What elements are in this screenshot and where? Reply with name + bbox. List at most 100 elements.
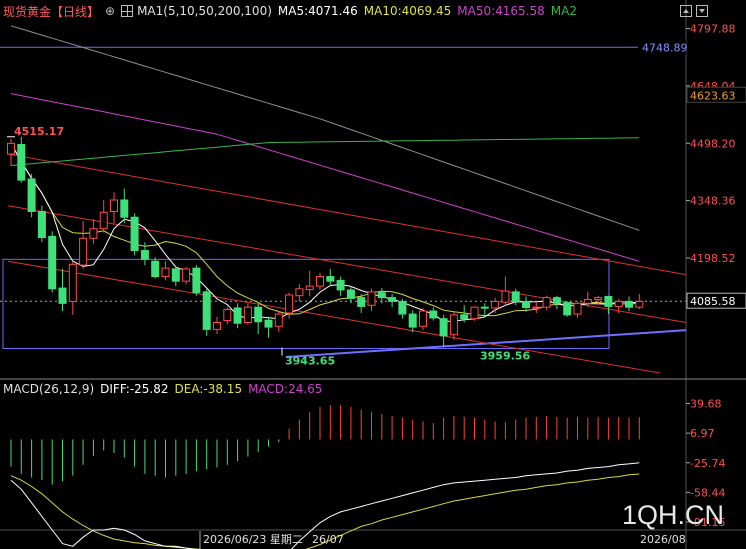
scale-up-icon[interactable]: [680, 5, 692, 17]
candle-body: [151, 260, 160, 278]
macd-value: MACD:24.65: [248, 382, 323, 396]
watermark: 1QH.CN: [622, 500, 725, 530]
ma50-value: MA50:4165.58: [457, 4, 545, 18]
macd-panel: [10, 405, 640, 549]
candle-body: [480, 306, 489, 309]
candle-body: [583, 299, 592, 304]
candle-body: [573, 302, 582, 315]
price-header: 现货黄金【日线】 ⊕ MA1(5,10,50,200,100) MA5:4071…: [0, 0, 583, 22]
candle-body: [89, 228, 98, 239]
candle-body: [316, 276, 324, 287]
candle-body: [68, 263, 77, 302]
macd-diff: DIFF:-25.82: [100, 382, 169, 396]
candle-body: [182, 268, 191, 282]
candle-body: [264, 319, 273, 328]
trend-line: [7, 205, 687, 323]
price-tick-label: 4348.36: [690, 195, 736, 208]
macd-tick-label: 6.97: [690, 427, 715, 440]
candle-body: [110, 199, 118, 212]
candle-body: [552, 297, 561, 304]
candle-body: [17, 143, 26, 181]
axis-labels: 4797.884648.044498.204348.364198.524748.…: [7, 23, 746, 549]
candle-body: [37, 210, 46, 239]
candle-body: [274, 313, 283, 327]
candle-body: [336, 279, 345, 291]
indicator-grid-icon[interactable]: [121, 5, 134, 17]
macd-tick-label: 39.68: [690, 398, 722, 411]
candle-body: [7, 142, 15, 155]
macd-tick-label: -25.74: [690, 457, 725, 470]
candle-body: [48, 235, 57, 290]
low-label: 3959.56: [480, 349, 530, 362]
ma10-line: [10, 143, 640, 317]
ma-indicator-title[interactable]: MA1(5,10,50,200,100): [137, 4, 272, 18]
candle-body: [614, 300, 623, 307]
candle-body: [367, 291, 376, 306]
candle-body: [398, 300, 407, 315]
candle-body: [285, 294, 294, 314]
ma10-value: MA10:4069.45: [363, 4, 452, 18]
chart-window: 4797.88 4648.04 4498.20 4348.36 4198.52 4748.…: [0, 0, 746, 549]
candle-body: [192, 267, 201, 294]
instrument-title[interactable]: 现货黄金【日线】: [3, 3, 99, 20]
candle-body: [326, 276, 335, 282]
candle-body: [522, 300, 530, 309]
macd-tick-label: -58.44: [690, 486, 725, 499]
last-price-label: 4085.58: [690, 295, 736, 308]
high-label: 4515.17: [14, 125, 64, 138]
candle-body: [429, 310, 438, 319]
level-label: 4748.89: [642, 41, 688, 54]
candle-body: [213, 321, 221, 330]
scale-controls: [680, 5, 712, 17]
range-box: [2, 258, 610, 350]
candle-body: [233, 307, 242, 324]
candle-body: [594, 297, 603, 301]
candle-body: [635, 300, 644, 308]
candle-body: [542, 297, 551, 308]
candle-body: [295, 288, 304, 297]
candle-body: [439, 318, 448, 337]
candle-body: [79, 237, 88, 266]
low-label: 3943.65: [285, 355, 335, 368]
macd-dea: DEA:-38.15: [174, 382, 243, 396]
ma50-label: 4623.63: [690, 89, 736, 102]
candle-body: [501, 290, 510, 303]
trend-line: [7, 153, 687, 276]
price-tick-label: 4198.52: [690, 252, 736, 265]
candle-body: [625, 300, 633, 308]
candle-body: [243, 306, 252, 323]
candle-body: [563, 302, 572, 316]
macd-title[interactable]: MACD(26,12,9): [3, 382, 94, 396]
time-label: 2026/06/23 星期二: [203, 533, 303, 546]
candle-body: [377, 292, 386, 299]
target-icon[interactable]: ⊕: [105, 4, 115, 18]
candle-body: [470, 306, 479, 320]
candle-body: [202, 291, 211, 330]
candle-body: [254, 306, 263, 323]
candle-body: [58, 287, 67, 304]
ma50-line: [10, 93, 640, 262]
ma200-line: [10, 137, 640, 166]
scale-down-icon[interactable]: [696, 5, 708, 17]
candle-body: [388, 297, 397, 302]
candle-body: [171, 268, 180, 282]
candle-body: [161, 267, 170, 278]
macd-header: MACD(26,12,9) DIFF:-25.82 DEA:-38.15 MAC…: [3, 382, 328, 396]
candle-body: [511, 291, 520, 302]
candle-body: [130, 216, 139, 252]
ma5-value: MA5:4071.46: [277, 4, 358, 18]
candle-body: [357, 297, 366, 307]
candle-body: [305, 285, 314, 291]
candle-body: [223, 308, 232, 322]
candle-body: [408, 313, 417, 328]
ma100-line: [10, 25, 640, 231]
chart-canvas[interactable]: 4797.884648.044498.204348.364198.524748.…: [0, 0, 746, 549]
candle-body: [419, 310, 427, 327]
ma5-line: [10, 143, 640, 322]
candle-body: [604, 295, 613, 307]
candle-body: [27, 178, 36, 212]
candle-body: [449, 314, 458, 336]
price-tick-label: 4797.88: [690, 23, 736, 36]
candle-body: [140, 250, 149, 260]
candle-body: [346, 289, 355, 299]
